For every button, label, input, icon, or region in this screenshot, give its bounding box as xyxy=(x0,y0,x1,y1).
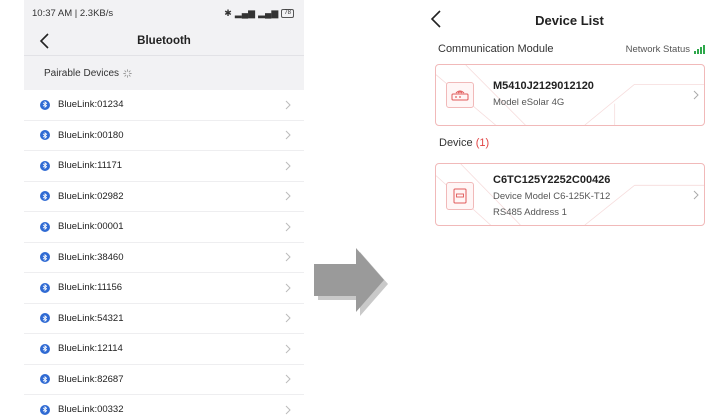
bluetooth-screen: 10:37 AM | 2.3KB/s ✱ ▂▄▆ ▂▄▆ 78 Bluetoot… xyxy=(24,0,304,419)
section-title: Pairable Devices xyxy=(44,67,120,79)
device-name: BlueLink:02982 xyxy=(58,190,124,202)
device-row[interactable]: BlueLink:00001 xyxy=(24,212,304,243)
chevron-right-icon xyxy=(285,374,291,384)
device-count: (1) xyxy=(475,137,490,149)
module-model: Model eSolar 4G xyxy=(493,97,564,108)
device-row[interactable]: BlueLink:38460 xyxy=(24,243,304,273)
bluetooth-icon xyxy=(40,374,50,385)
signal-icon xyxy=(694,44,705,54)
page-title: Bluetooth xyxy=(137,34,191,47)
bluetooth-icon xyxy=(40,221,50,232)
device-row[interactable]: BlueLink:82687 xyxy=(24,365,304,395)
device-row[interactable]: BlueLink:11156 xyxy=(24,273,304,304)
bluetooth-icon xyxy=(40,191,50,202)
device-row[interactable]: BlueLink:01234 xyxy=(24,90,304,121)
bluetooth-icon xyxy=(40,130,50,141)
device-name: BlueLink:00001 xyxy=(58,221,124,233)
device-section-title: Device xyxy=(439,137,473,149)
chevron-right-icon xyxy=(285,252,291,262)
device-list-screen: Device List Communication Module Network… xyxy=(426,0,713,419)
pairable-devices-header: Pairable Devices xyxy=(24,56,304,90)
chevron-right-icon xyxy=(285,100,291,110)
device-name: BlueLink:11171 xyxy=(58,160,123,172)
bluetooth-icon xyxy=(40,282,50,293)
device-section-header: Device (1) xyxy=(439,137,489,149)
chevron-right-icon xyxy=(285,222,291,232)
device-model-label: Device Model xyxy=(493,191,551,202)
device-name: BlueLink:54321 xyxy=(58,312,124,324)
device-row[interactable]: BlueLink:11171 xyxy=(24,151,304,182)
chevron-right-icon xyxy=(285,283,291,293)
inverter-icon xyxy=(446,182,474,210)
chevron-right-icon xyxy=(285,344,291,354)
loading-spinner-icon xyxy=(123,68,132,78)
status-icons: ✱ ▂▄▆ ▂▄▆ 78 xyxy=(224,8,294,19)
module-model-value: eSolar 4G xyxy=(521,97,565,108)
communication-module-header: Communication Module Network Status xyxy=(426,40,713,58)
device-name: BlueLink:01234 xyxy=(58,99,124,111)
transition-arrow-icon xyxy=(314,248,388,316)
chevron-right-icon xyxy=(693,90,699,100)
chevron-right-icon xyxy=(285,130,291,140)
device-serial: C6TC125Y2252C00426 xyxy=(493,174,611,186)
bluetooth-icon xyxy=(40,404,50,415)
device-row[interactable]: BlueLink:00332 xyxy=(24,395,304,419)
network-status-label: Network Status xyxy=(625,43,690,55)
module-card[interactable]: M5410J2129012120 Model eSolar 4G xyxy=(435,64,705,126)
device-name: BlueLink:12114 xyxy=(58,343,123,355)
module-model-label: Model xyxy=(493,97,519,108)
device-name: BlueLink:38460 xyxy=(58,251,124,263)
device-card[interactable]: C6TC125Y2252C00426 Device Model C6-125K-… xyxy=(435,163,705,226)
gateway-icon xyxy=(446,82,474,108)
chevron-right-icon xyxy=(285,405,291,415)
bluetooth-icon xyxy=(40,160,50,171)
bluetooth-status-icon: ✱ xyxy=(224,7,232,18)
signal-status-icon-2: ▂▄▆ xyxy=(258,7,279,18)
signal-status-icon: ▂▄▆ xyxy=(234,7,256,18)
device-name: BlueLink:00332 xyxy=(58,404,124,416)
nav-bar: Bluetooth xyxy=(24,26,304,56)
device-model: Device Model C6-125K-T12 xyxy=(493,191,610,202)
chevron-right-icon xyxy=(285,313,291,323)
device-name: BlueLink:11156 xyxy=(58,282,123,294)
bluetooth-icon xyxy=(40,99,50,110)
back-arrow-icon[interactable] xyxy=(36,31,54,51)
card-background xyxy=(436,65,704,125)
nav-bar: Device List xyxy=(426,0,713,40)
device-name: BlueLink:00180 xyxy=(58,129,124,141)
device-row[interactable]: BlueLink:12114 xyxy=(24,334,304,365)
rs485-address-value: 1 xyxy=(561,207,567,218)
network-status: Network Status xyxy=(626,44,705,55)
page-title: Device List xyxy=(535,12,604,28)
device-model-value: C6-125K-T12 xyxy=(553,191,611,202)
module-serial: M5410J2129012120 xyxy=(493,80,594,92)
battery-icon: 78 xyxy=(281,8,294,18)
chevron-right-icon xyxy=(693,190,699,200)
bluetooth-icon xyxy=(40,343,50,354)
device-row[interactable]: BlueLink:00180 xyxy=(24,121,304,151)
section-title: Communication Module xyxy=(438,43,554,55)
chevron-right-icon xyxy=(285,161,291,171)
chevron-right-icon xyxy=(285,191,291,201)
device-name: BlueLink:82687 xyxy=(58,373,124,385)
rs485-address: RS485 Address 1 xyxy=(493,207,567,218)
status-time-speed: 10:37 AM | 2.3KB/s xyxy=(32,7,114,19)
bluetooth-icon xyxy=(40,252,50,263)
device-row[interactable]: BlueLink:02982 xyxy=(24,182,304,212)
device-list: BlueLink:01234 BlueLink:00180 BlueLink:111… xyxy=(24,90,304,419)
status-bar: 10:37 AM | 2.3KB/s ✱ ▂▄▆ ▂▄▆ 78 xyxy=(24,0,304,26)
back-arrow-icon[interactable] xyxy=(428,8,446,30)
bluetooth-icon xyxy=(40,313,50,324)
rs485-address-label: RS485 Address xyxy=(493,207,560,218)
device-row[interactable]: BlueLink:54321 xyxy=(24,304,304,334)
